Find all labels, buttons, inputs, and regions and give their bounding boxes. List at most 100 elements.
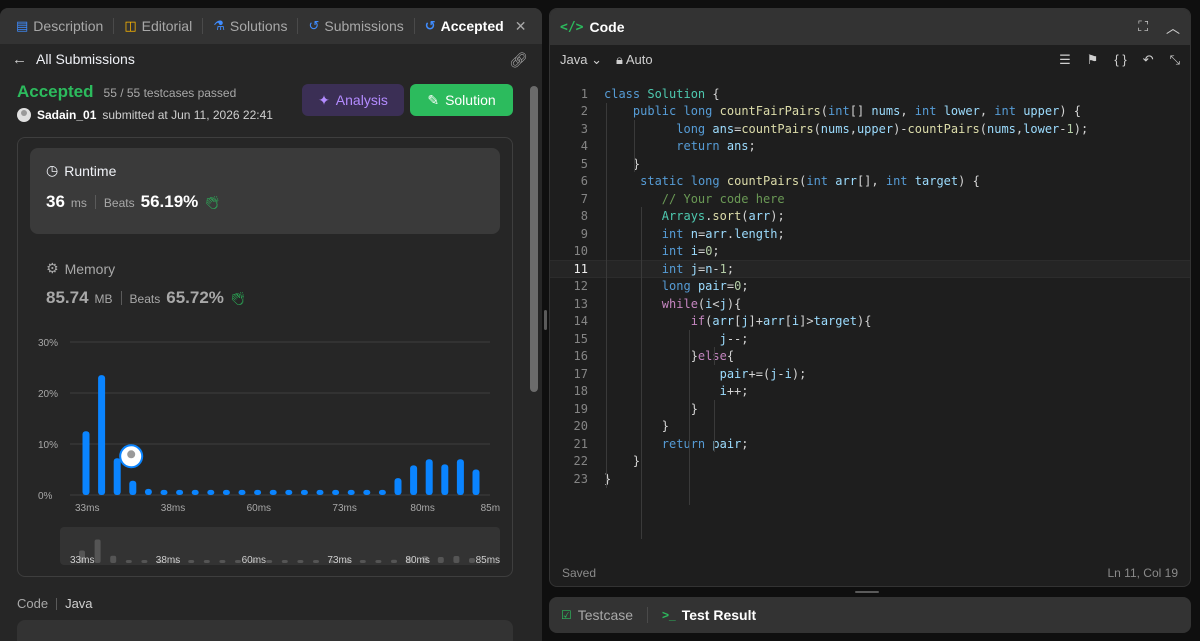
braces-icon[interactable]: { } — [1114, 52, 1126, 68]
runtime-box[interactable]: ◷ Runtime 36 ms Beats 56.19% 👏︎ — [30, 148, 500, 234]
y-tick-label: 10% — [38, 440, 58, 451]
bar[interactable] — [363, 489, 371, 495]
code-line[interactable]: 16 }else{ — [550, 348, 1190, 366]
tab-submissions[interactable]: ↺ Submissions — [302, 8, 409, 44]
bookmark-icon[interactable]: ⚑ — [1087, 52, 1099, 68]
chevron-up-icon[interactable]: ︿ — [1166, 18, 1180, 38]
code-text: int j=n-1; — [661, 261, 735, 276]
bar[interactable] — [176, 489, 184, 495]
bar[interactable] — [98, 375, 106, 495]
code-line[interactable]: 5 } — [550, 155, 1190, 173]
bar[interactable] — [113, 458, 121, 495]
tab-divider — [113, 18, 115, 34]
x-tick-label: 73ms — [332, 503, 356, 514]
code-line[interactable]: 12 long pair=0; — [550, 278, 1190, 296]
tab-editorial[interactable]: ◫ Editorial — [118, 8, 198, 44]
bar[interactable] — [378, 489, 386, 495]
bar[interactable] — [456, 459, 464, 495]
line-number: 23 — [573, 471, 588, 486]
all-submissions-link[interactable]: All Submissions — [36, 51, 135, 67]
code-editor[interactable]: 1 class Solution {2 public long countFair… — [550, 85, 1190, 539]
distribution-minimap[interactable]: 33ms 38ms 60ms 73ms 80ms 85ms — [60, 527, 500, 565]
bar[interactable] — [238, 489, 246, 495]
memory-label: Memory — [64, 260, 116, 277]
auto-mode[interactable]: 🔒︎ Auto — [616, 52, 653, 68]
minimap-bar — [219, 560, 226, 563]
code-line[interactable]: 7 // Your code here — [550, 190, 1190, 208]
bar[interactable] — [300, 489, 308, 495]
test-result-tab[interactable]: >_ Test Result — [662, 607, 756, 623]
minimap-bar — [235, 560, 241, 563]
code-line[interactable]: 22 } — [550, 453, 1190, 471]
clap-icon: 👏︎ — [204, 195, 221, 210]
bar[interactable] — [410, 465, 418, 495]
line-number: 5 — [580, 156, 588, 171]
scrollbar-thumb[interactable] — [530, 86, 538, 392]
bar[interactable] — [82, 431, 90, 495]
bar[interactable] — [160, 489, 168, 495]
bar[interactable] — [207, 489, 215, 495]
username[interactable]: Sadain_01 — [37, 108, 96, 122]
bar[interactable] — [441, 464, 449, 495]
bar[interactable] — [222, 489, 230, 495]
panel-resize-handle[interactable] — [544, 310, 547, 330]
code-line[interactable]: 13 while(i<j){ — [550, 295, 1190, 313]
runtime-value-row: 36 ms Beats 56.19% 👏︎ — [46, 192, 221, 212]
bar[interactable] — [285, 489, 293, 495]
bar[interactable] — [129, 480, 137, 495]
link-icon[interactable]: 🔗︎ — [509, 51, 528, 69]
arrow-left-icon[interactable]: ← — [12, 51, 27, 68]
tab-accepted[interactable]: ↺ Accepted ✕ — [419, 8, 533, 44]
format-icon[interactable]: ☰ — [1059, 52, 1071, 68]
bar[interactable] — [269, 489, 277, 495]
code-line[interactable]: 15 j--; — [550, 330, 1190, 348]
code-line[interactable]: 8 Arrays.sort(arr); — [550, 208, 1190, 226]
code-line[interactable]: 4 return ans; — [550, 138, 1190, 156]
code-line[interactable]: 2 public long countFairPairs(int[] nums,… — [550, 103, 1190, 121]
indent-guide — [641, 207, 642, 539]
bar[interactable] — [254, 489, 262, 495]
language-select[interactable]: Java ⌄ — [560, 52, 602, 68]
bar[interactable] — [425, 459, 433, 495]
avatar[interactable] — [17, 108, 31, 122]
code-line[interactable]: 6 static long countPairs(int arr[], int … — [550, 173, 1190, 191]
bar[interactable] — [144, 488, 152, 495]
tab-label: Description — [33, 18, 104, 34]
code-line[interactable]: 17 pair+=(j-i); — [550, 365, 1190, 383]
code-language: Java — [65, 596, 93, 611]
code-line[interactable]: 14 if(arr[j]+arr[i]>target){ — [550, 313, 1190, 331]
line-number: 15 — [573, 331, 588, 346]
code-line[interactable]: 18 i++; — [550, 383, 1190, 401]
code-line[interactable]: 3 long ans=countPairs(nums,upper)-countP… — [550, 120, 1190, 138]
bar[interactable] — [191, 489, 199, 495]
code-line[interactable]: 23} — [550, 470, 1190, 488]
code-line[interactable]: 20 } — [550, 418, 1190, 436]
code-line[interactable]: 19 } — [550, 400, 1190, 418]
reset-icon[interactable]: ↶ — [1143, 52, 1154, 68]
testcase-tab[interactable]: ☑ Testcase — [561, 607, 633, 623]
memory-box[interactable]: ⚙ Memory 85.74 MB Beats 65.72% 👏︎ — [30, 246, 500, 320]
bar[interactable] — [394, 478, 402, 495]
code-line[interactable]: 1 class Solution { — [550, 85, 1190, 103]
tab-description[interactable]: ▤ Description — [10, 8, 109, 44]
bar[interactable] — [316, 489, 324, 495]
collapse-icon[interactable]: ⤡ — [1170, 52, 1180, 68]
tab-solutions[interactable]: ⚗ Solutions — [207, 8, 293, 44]
code-text: return ans; — [676, 139, 756, 154]
code-line[interactable]: 21 return pair; — [550, 435, 1190, 453]
bar[interactable] — [472, 469, 480, 496]
code-line[interactable]: 11 int j=n-1; — [550, 260, 1190, 278]
bar[interactable] — [347, 489, 355, 495]
code-line[interactable]: 9 int n=arr.length; — [550, 225, 1190, 243]
analysis-button[interactable]: ✦ Analysis — [302, 84, 404, 116]
vertical-resize-handle[interactable] — [855, 591, 879, 593]
code-line[interactable]: 10 int i=0; — [550, 243, 1190, 261]
bar[interactable] — [332, 489, 340, 495]
tab-label: Accepted — [440, 18, 504, 34]
solution-button[interactable]: ✎ Solution — [410, 84, 513, 116]
runtime-distribution-chart[interactable]: 30% 20% 10% 0% 33ms 38ms 60ms 73ms 80ms 85ms — [30, 330, 500, 520]
close-icon[interactable]: ✕ — [515, 18, 527, 35]
minimap-tick-label: 38ms — [156, 555, 180, 565]
fullscreen-icon[interactable]: ⛶ — [1138, 18, 1148, 38]
tab-label: Submissions — [324, 18, 404, 34]
